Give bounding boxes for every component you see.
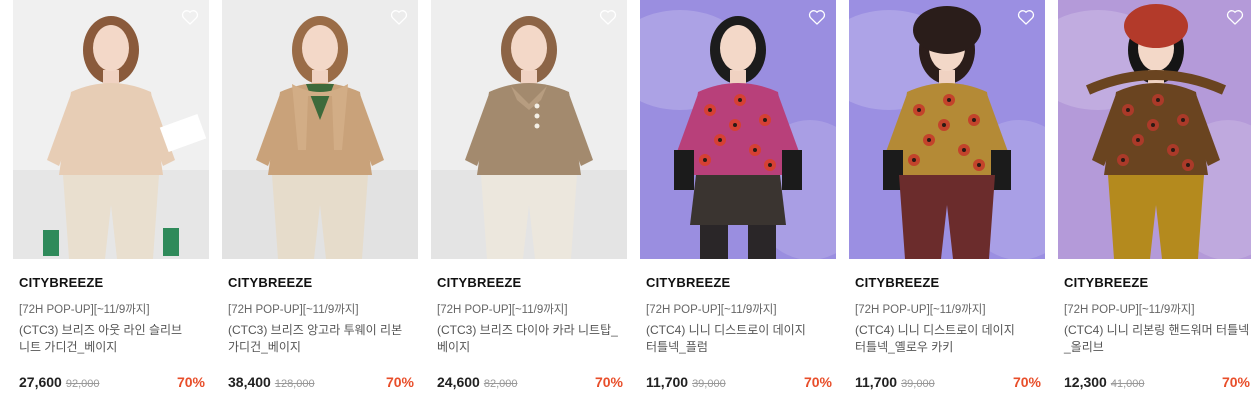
product-image[interactable]: [640, 0, 836, 259]
heart-outline-icon: [808, 10, 826, 25]
product-brand[interactable]: CITYBREEZE: [437, 275, 521, 290]
product-card[interactable]: CITYBREEZE [72H POP-UP][~11/9까지] (CTC4) …: [640, 0, 836, 406]
product-photo: [13, 0, 209, 259]
product-image[interactable]: [849, 0, 1045, 259]
discount-rate: 70%: [1221, 374, 1250, 390]
product-promo: [72H POP-UP][~11/9까지]: [1064, 304, 1195, 316]
sale-price: 38,400 128,000: [228, 374, 315, 390]
product-title[interactable]: (CTC4) 니니 디스트로이 데이지 터틀넥_플럼: [646, 322, 834, 356]
product-image[interactable]: [1058, 0, 1251, 259]
wishlist-heart-icon[interactable]: [389, 7, 409, 27]
sale-price-value: 38,400: [228, 374, 271, 390]
sale-price: 11,700 39,000: [646, 374, 726, 390]
discount-rate: 70%: [1012, 374, 1041, 390]
product-title[interactable]: (CTC4) 니니 디스트로이 데이지 터틀넥_옐로우 카키: [855, 322, 1043, 356]
original-price: 82,000: [483, 378, 518, 390]
product-photo: [222, 0, 418, 259]
product-card[interactable]: CITYBREEZE [72H POP-UP][~11/9까지] (CTC3) …: [222, 0, 418, 406]
heart-outline-icon: [599, 10, 617, 25]
sale-price-value: 24,600: [437, 374, 480, 390]
product-promo: [72H POP-UP][~11/9까지]: [437, 304, 568, 316]
original-price: 41,000: [1110, 378, 1145, 390]
original-price: 128,000: [274, 378, 315, 390]
product-image[interactable]: [431, 0, 627, 259]
sale-price-value: 11,700: [855, 374, 898, 390]
product-card[interactable]: CITYBREEZE [72H POP-UP][~11/9까지] (CTC4) …: [849, 0, 1045, 406]
product-photo: [1058, 0, 1251, 259]
product-promo: [72H POP-UP][~11/9까지]: [19, 304, 150, 316]
wishlist-heart-icon[interactable]: [1225, 7, 1245, 27]
product-title[interactable]: (CTC3) 브리즈 아웃 라인 슬리브 니트 가디건_베이지: [19, 322, 207, 356]
wishlist-heart-icon[interactable]: [807, 7, 827, 27]
sale-price: 24,600 82,000: [437, 374, 517, 390]
product-brand[interactable]: CITYBREEZE: [855, 275, 939, 290]
product-promo: [72H POP-UP][~11/9까지]: [646, 304, 777, 316]
product-photo: [431, 0, 627, 259]
heart-outline-icon: [1017, 10, 1035, 25]
product-card[interactable]: CITYBREEZE [72H POP-UP][~11/9까지] (CTC3) …: [431, 0, 627, 406]
product-image[interactable]: [13, 0, 209, 259]
discount-rate: 70%: [176, 374, 205, 390]
wishlist-heart-icon[interactable]: [1016, 7, 1036, 27]
price-row: 38,400 128,000 70%: [228, 374, 414, 394]
product-promo: [72H POP-UP][~11/9까지]: [855, 304, 986, 316]
product-title[interactable]: (CTC3) 브리즈 다이아 카라 니트탑_베이지: [437, 322, 625, 356]
sale-price: 11,700 39,000: [855, 374, 935, 390]
product-photo: [640, 0, 836, 259]
wishlist-heart-icon[interactable]: [598, 7, 618, 27]
price-row: 27,600 92,000 70%: [19, 374, 205, 394]
product-title[interactable]: (CTC4) 니니 리본링 핸드워머 터틀넥_올리브: [1064, 322, 1251, 356]
heart-outline-icon: [181, 10, 199, 25]
product-brand[interactable]: CITYBREEZE: [1064, 275, 1148, 290]
product-brand[interactable]: CITYBREEZE: [19, 275, 103, 290]
product-brand[interactable]: CITYBREEZE: [646, 275, 730, 290]
discount-rate: 70%: [385, 374, 414, 390]
sale-price: 27,600 92,000: [19, 374, 99, 390]
wishlist-heart-icon[interactable]: [180, 7, 200, 27]
product-title[interactable]: (CTC3) 브리즈 앙고라 투웨이 리본 가디건_베이지: [228, 322, 416, 356]
sale-price-value: 12,300: [1064, 374, 1107, 390]
heart-outline-icon: [390, 10, 408, 25]
price-row: 11,700 39,000 70%: [646, 374, 832, 394]
product-card[interactable]: CITYBREEZE [72H POP-UP][~11/9까지] (CTC3) …: [13, 0, 209, 406]
product-photo: [849, 0, 1045, 259]
product-card[interactable]: CITYBREEZE [72H POP-UP][~11/9까지] (CTC4) …: [1058, 0, 1251, 406]
price-row: 11,700 39,000 70%: [855, 374, 1041, 394]
product-image[interactable]: [222, 0, 418, 259]
discount-rate: 70%: [803, 374, 832, 390]
product-brand[interactable]: CITYBREEZE: [228, 275, 312, 290]
product-promo: [72H POP-UP][~11/9까지]: [228, 304, 359, 316]
price-row: 12,300 41,000 70%: [1064, 374, 1250, 394]
sale-price-value: 27,600: [19, 374, 62, 390]
price-row: 24,600 82,000 70%: [437, 374, 623, 394]
discount-rate: 70%: [594, 374, 623, 390]
original-price: 39,000: [692, 378, 726, 390]
heart-outline-icon: [1226, 10, 1244, 25]
original-price: 39,000: [901, 378, 935, 390]
sale-price-value: 11,700: [646, 374, 689, 390]
product-grid: CITYBREEZE [72H POP-UP][~11/9까지] (CTC3) …: [0, 0, 1251, 406]
sale-price: 12,300 41,000: [1064, 374, 1144, 390]
original-price: 92,000: [65, 378, 100, 390]
